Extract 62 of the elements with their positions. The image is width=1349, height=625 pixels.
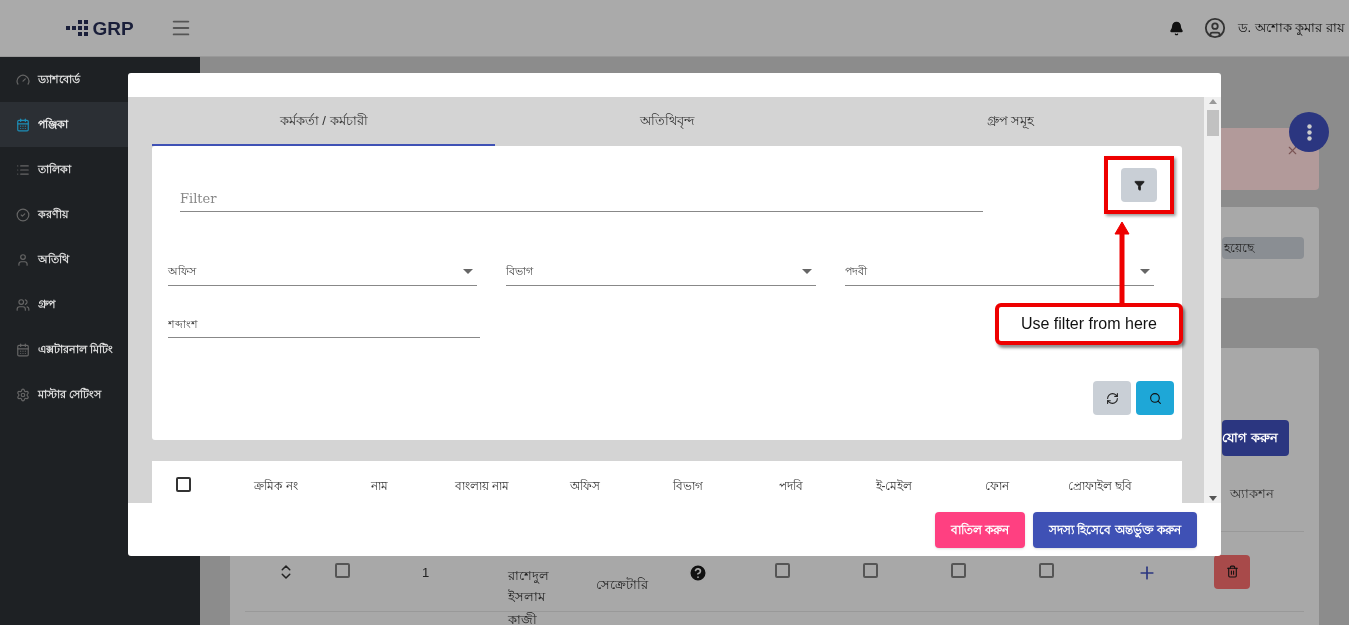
caret-icon (463, 269, 474, 274)
table-cell-text: রাশেদুল ইসলাম (508, 566, 550, 606)
gauge-icon (16, 72, 30, 87)
refresh-button[interactable] (1093, 381, 1131, 415)
tab[interactable]: অতিথিবৃন্দ (495, 97, 839, 146)
scroll-up-icon[interactable] (1208, 99, 1217, 104)
users-icon (16, 297, 30, 312)
logo-text: GRP (92, 18, 134, 38)
search-button[interactable] (1136, 381, 1174, 415)
scroll-down-icon[interactable] (1208, 496, 1217, 501)
column-header: ফোন (984, 478, 1011, 495)
column-header: নাম (369, 478, 389, 495)
keyword-input[interactable]: শব্দাংশ (168, 310, 480, 338)
vertical-dots-icon (1306, 123, 1312, 141)
table-cell-text: কাজী (508, 611, 538, 625)
search-icon (1148, 391, 1162, 405)
tab[interactable]: গ্রুপ সমূহ (838, 97, 1182, 146)
column-header: প্রোফাইল ছবি (1066, 478, 1134, 495)
checkbox[interactable] (1039, 562, 1054, 578)
add-members-button[interactable]: সদস্য হিসেবে অন্তর্ভুক্ত করুন (1033, 511, 1197, 548)
column-header: ক্রমিক নং (253, 478, 299, 495)
filter-input[interactable]: Filter (180, 186, 983, 212)
table-cell-text: 1 (422, 563, 431, 582)
gear-icon (16, 387, 30, 402)
calendar-icon (16, 342, 30, 357)
logo-squares-icon (66, 19, 89, 37)
check-circle-icon (16, 207, 30, 222)
table-cell-text: সেক্রেটারি (596, 575, 650, 594)
calendar-icon (16, 117, 30, 132)
select-field[interactable]: অফিস (168, 258, 478, 286)
select-field[interactable]: বিভাগ (506, 258, 816, 286)
more-options-button[interactable] (1289, 112, 1329, 152)
close-icon[interactable] (1286, 144, 1299, 157)
scrollbar-thumb[interactable] (1206, 110, 1219, 136)
column-header: বিভাগ (672, 478, 704, 495)
checkbox[interactable] (863, 562, 878, 578)
column-header: বাংলায় নাম (453, 478, 511, 495)
user-name[interactable]: ড. অশোক কুমার রায় (1237, 18, 1345, 38)
annotation-callout: Use filter from here (995, 303, 1183, 345)
filter-icon (1133, 179, 1145, 191)
caret-icon (801, 269, 812, 274)
checkbox[interactable] (951, 562, 966, 578)
column-header: পদবি (778, 478, 804, 495)
trash-icon (1225, 565, 1239, 578)
column-header: অ্যাকশন (1230, 485, 1274, 503)
delete-button[interactable] (1214, 554, 1250, 589)
filter-button[interactable] (1121, 168, 1157, 202)
add-button[interactable]: যোগ করুন (1222, 420, 1289, 456)
list-icon (16, 162, 30, 177)
status-chip: হয়েছে (1222, 236, 1304, 259)
sidebar-item[interactable]: মাস্টার সেটিংস (0, 372, 200, 417)
column-header: ই-মেইল (874, 478, 914, 495)
help-icon[interactable] (688, 562, 708, 583)
column-header: অফিস (569, 478, 601, 495)
caret-icon (1140, 269, 1150, 274)
checkbox[interactable] (775, 562, 790, 578)
checkbox[interactable] (335, 562, 350, 578)
bell-icon[interactable] (1168, 20, 1184, 36)
refresh-icon (1105, 391, 1119, 405)
user-avatar-icon[interactable] (1203, 17, 1226, 39)
checkbox[interactable] (176, 477, 191, 492)
user-icon (16, 252, 30, 267)
